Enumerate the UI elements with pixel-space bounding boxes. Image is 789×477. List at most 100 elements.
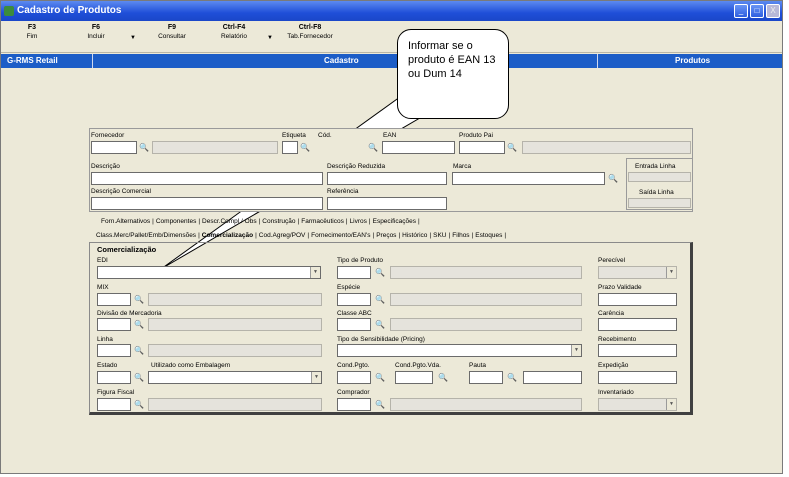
tab-componentes[interactable]: Componentes bbox=[156, 218, 196, 225]
tipo-sensibilidade-label: Tipo de Sensibilidade (Pricing) bbox=[337, 336, 425, 343]
figura-fiscal-binoculars-icon[interactable]: 🔍 bbox=[133, 398, 145, 411]
tab-sku[interactable]: SKU bbox=[433, 232, 446, 239]
tab-class-merc-pallet[interactable]: Class.Merc/Pallet/Emb/Dimensões bbox=[96, 232, 196, 239]
chevron-down-icon: ▼ bbox=[311, 372, 321, 383]
linha-name-field bbox=[148, 344, 322, 357]
chevron-down-icon: ▼ bbox=[666, 399, 676, 410]
especie-name-field bbox=[390, 293, 582, 306]
produto-pai-input[interactable] bbox=[459, 141, 505, 154]
entrada-linha-field bbox=[628, 172, 691, 182]
tab-farmaceuticos[interactable]: Farmacêuticos bbox=[301, 218, 344, 225]
especie-binoculars-icon[interactable]: 🔍 bbox=[374, 293, 386, 306]
pauta-binoculars-icon[interactable]: 🔍 bbox=[506, 371, 518, 384]
tipo-sensibilidade-select[interactable]: ▼ bbox=[337, 344, 582, 357]
comprador-name-field bbox=[390, 398, 582, 411]
classe-abc-binoculars-icon[interactable]: 🔍 bbox=[374, 318, 386, 331]
etiqueta-binoculars-icon[interactable]: 🔍 bbox=[299, 141, 311, 154]
tabs-row-2: Class.Merc/Pallet/Emb/Dimensões | Comerci… bbox=[96, 232, 507, 239]
mix-binoculars-icon[interactable]: 🔍 bbox=[133, 293, 145, 306]
linha-label: Linha bbox=[97, 336, 113, 343]
descricao-comercial-input[interactable] bbox=[91, 197, 323, 210]
perecivel-select[interactable]: ▼ bbox=[598, 266, 677, 279]
tipo-produto-label: Tipo de Produto bbox=[337, 257, 384, 264]
edi-select[interactable]: ▼ bbox=[97, 266, 321, 279]
figura-fiscal-label: Figura Fiscal bbox=[97, 389, 135, 396]
tipo-produto-binoculars-icon[interactable]: 🔍 bbox=[374, 266, 386, 279]
figura-fiscal-input[interactable] bbox=[97, 398, 131, 411]
cond-pgto-vda-binoculars-icon[interactable]: 🔍 bbox=[437, 371, 449, 384]
comprador-label: Comprador bbox=[337, 389, 370, 396]
descricao-reduzida-input[interactable] bbox=[327, 172, 447, 185]
fornecedor-input[interactable] bbox=[91, 141, 137, 154]
descricao-input[interactable] bbox=[91, 172, 323, 185]
classe-abc-label: Classe ABC bbox=[337, 310, 372, 317]
referencia-input[interactable] bbox=[327, 197, 447, 210]
tab-forn-alternativos[interactable]: Forn.Alternativos bbox=[101, 218, 150, 225]
tabs-row-1: Forn.Alternativos | Componentes | Descr.Co… bbox=[101, 218, 420, 225]
comprador-input[interactable] bbox=[337, 398, 371, 411]
cond-pgto-vda-input[interactable] bbox=[395, 371, 433, 384]
cond-pgto-vda-label: Cond.Pgto.Vda. bbox=[395, 362, 441, 369]
mix-name-field bbox=[148, 293, 322, 306]
tab-livros[interactable]: Livros bbox=[350, 218, 367, 225]
edi-label: EDI bbox=[97, 257, 108, 264]
tab-especificacoes[interactable]: Especificações bbox=[373, 218, 416, 225]
tab-precos[interactable]: Preços bbox=[376, 232, 396, 239]
referencia-label: Referência bbox=[327, 188, 359, 195]
expedicao-label: Expedição bbox=[598, 362, 629, 369]
main-window: Cadastro de Produtos _ □ X F3 Fim F6 Inc… bbox=[0, 0, 783, 474]
tab-descr-compl-obs[interactable]: Descr.Compl./ Obs bbox=[202, 218, 257, 225]
divisao-mercadoria-label: Divisão de Mercadoria bbox=[97, 310, 162, 317]
mix-input[interactable] bbox=[97, 293, 131, 306]
ean-input[interactable] bbox=[382, 141, 455, 154]
recebimento-input[interactable] bbox=[598, 344, 677, 357]
ean-label: EAN bbox=[383, 132, 397, 139]
tab-comercializacao[interactable]: Comercialização bbox=[202, 232, 253, 239]
cond-pgto-binoculars-icon[interactable]: 🔍 bbox=[374, 371, 386, 384]
tab-filhos[interactable]: Filhos bbox=[452, 232, 469, 239]
section-title: Comercialização bbox=[97, 245, 157, 254]
carencia-input[interactable] bbox=[598, 318, 677, 331]
pauta-name-field[interactable] bbox=[523, 371, 582, 384]
produto-pai-binoculars-icon[interactable]: 🔍 bbox=[506, 141, 518, 154]
descricao-comercial-label: Descrição Comercial bbox=[91, 188, 151, 195]
especie-input[interactable] bbox=[337, 293, 371, 306]
perecivel-label: Perecível bbox=[598, 257, 626, 264]
cond-pgto-input[interactable] bbox=[337, 371, 371, 384]
tab-historico[interactable]: Histórico bbox=[402, 232, 427, 239]
tab-cod-agreg-pov[interactable]: Cod.Agreg/POV bbox=[259, 232, 306, 239]
fornecedor-search-binoculars-icon[interactable]: 🔍 bbox=[138, 141, 150, 154]
inventariado-select[interactable]: ▼ bbox=[598, 398, 677, 411]
recebimento-label: Recebimento bbox=[598, 336, 637, 343]
estado-input[interactable] bbox=[97, 371, 131, 384]
utilizado-embalagem-label: Utilizado como Embalagem bbox=[151, 362, 231, 369]
etiqueta-input[interactable] bbox=[282, 141, 298, 154]
produto-pai-name-field bbox=[522, 141, 691, 154]
divisao-mercadoria-input[interactable] bbox=[97, 318, 131, 331]
descricao-reduzida-label: Descrição Reduzida bbox=[327, 163, 386, 170]
marca-binoculars-icon[interactable]: 🔍 bbox=[607, 172, 619, 185]
etiqueta-label: Etiqueta bbox=[282, 132, 306, 139]
divisao-binoculars-icon[interactable]: 🔍 bbox=[133, 318, 145, 331]
entrada-linha-label: Entrada Linha bbox=[635, 163, 676, 170]
chevron-down-icon: ▼ bbox=[571, 345, 581, 356]
linha-binoculars-icon[interactable]: 🔍 bbox=[133, 344, 145, 357]
cond-pgto-label: Cond.Pgto. bbox=[337, 362, 370, 369]
ean-binoculars-icon[interactable]: 🔍 bbox=[367, 141, 379, 154]
codigo-label: Cód. bbox=[318, 132, 332, 139]
pauta-input[interactable] bbox=[469, 371, 503, 384]
comprador-binoculars-icon[interactable]: 🔍 bbox=[374, 398, 386, 411]
marca-input[interactable] bbox=[452, 172, 605, 185]
tab-estoques[interactable]: Estoques bbox=[475, 232, 502, 239]
tipo-produto-input[interactable] bbox=[337, 266, 371, 279]
utilizado-embalagem-select[interactable]: ▼ bbox=[148, 371, 322, 384]
linha-input[interactable] bbox=[97, 344, 131, 357]
estado-binoculars-icon[interactable]: 🔍 bbox=[133, 371, 145, 384]
prazo-validade-input[interactable] bbox=[598, 293, 677, 306]
tab-fornecimento-eans[interactable]: Fornecimento/EAN's bbox=[311, 232, 370, 239]
marca-label: Marca bbox=[453, 163, 472, 170]
classe-abc-input[interactable] bbox=[337, 318, 371, 331]
figura-fiscal-name-field bbox=[148, 398, 322, 411]
tab-construcao[interactable]: Construção bbox=[262, 218, 295, 225]
expedicao-input[interactable] bbox=[598, 371, 677, 384]
